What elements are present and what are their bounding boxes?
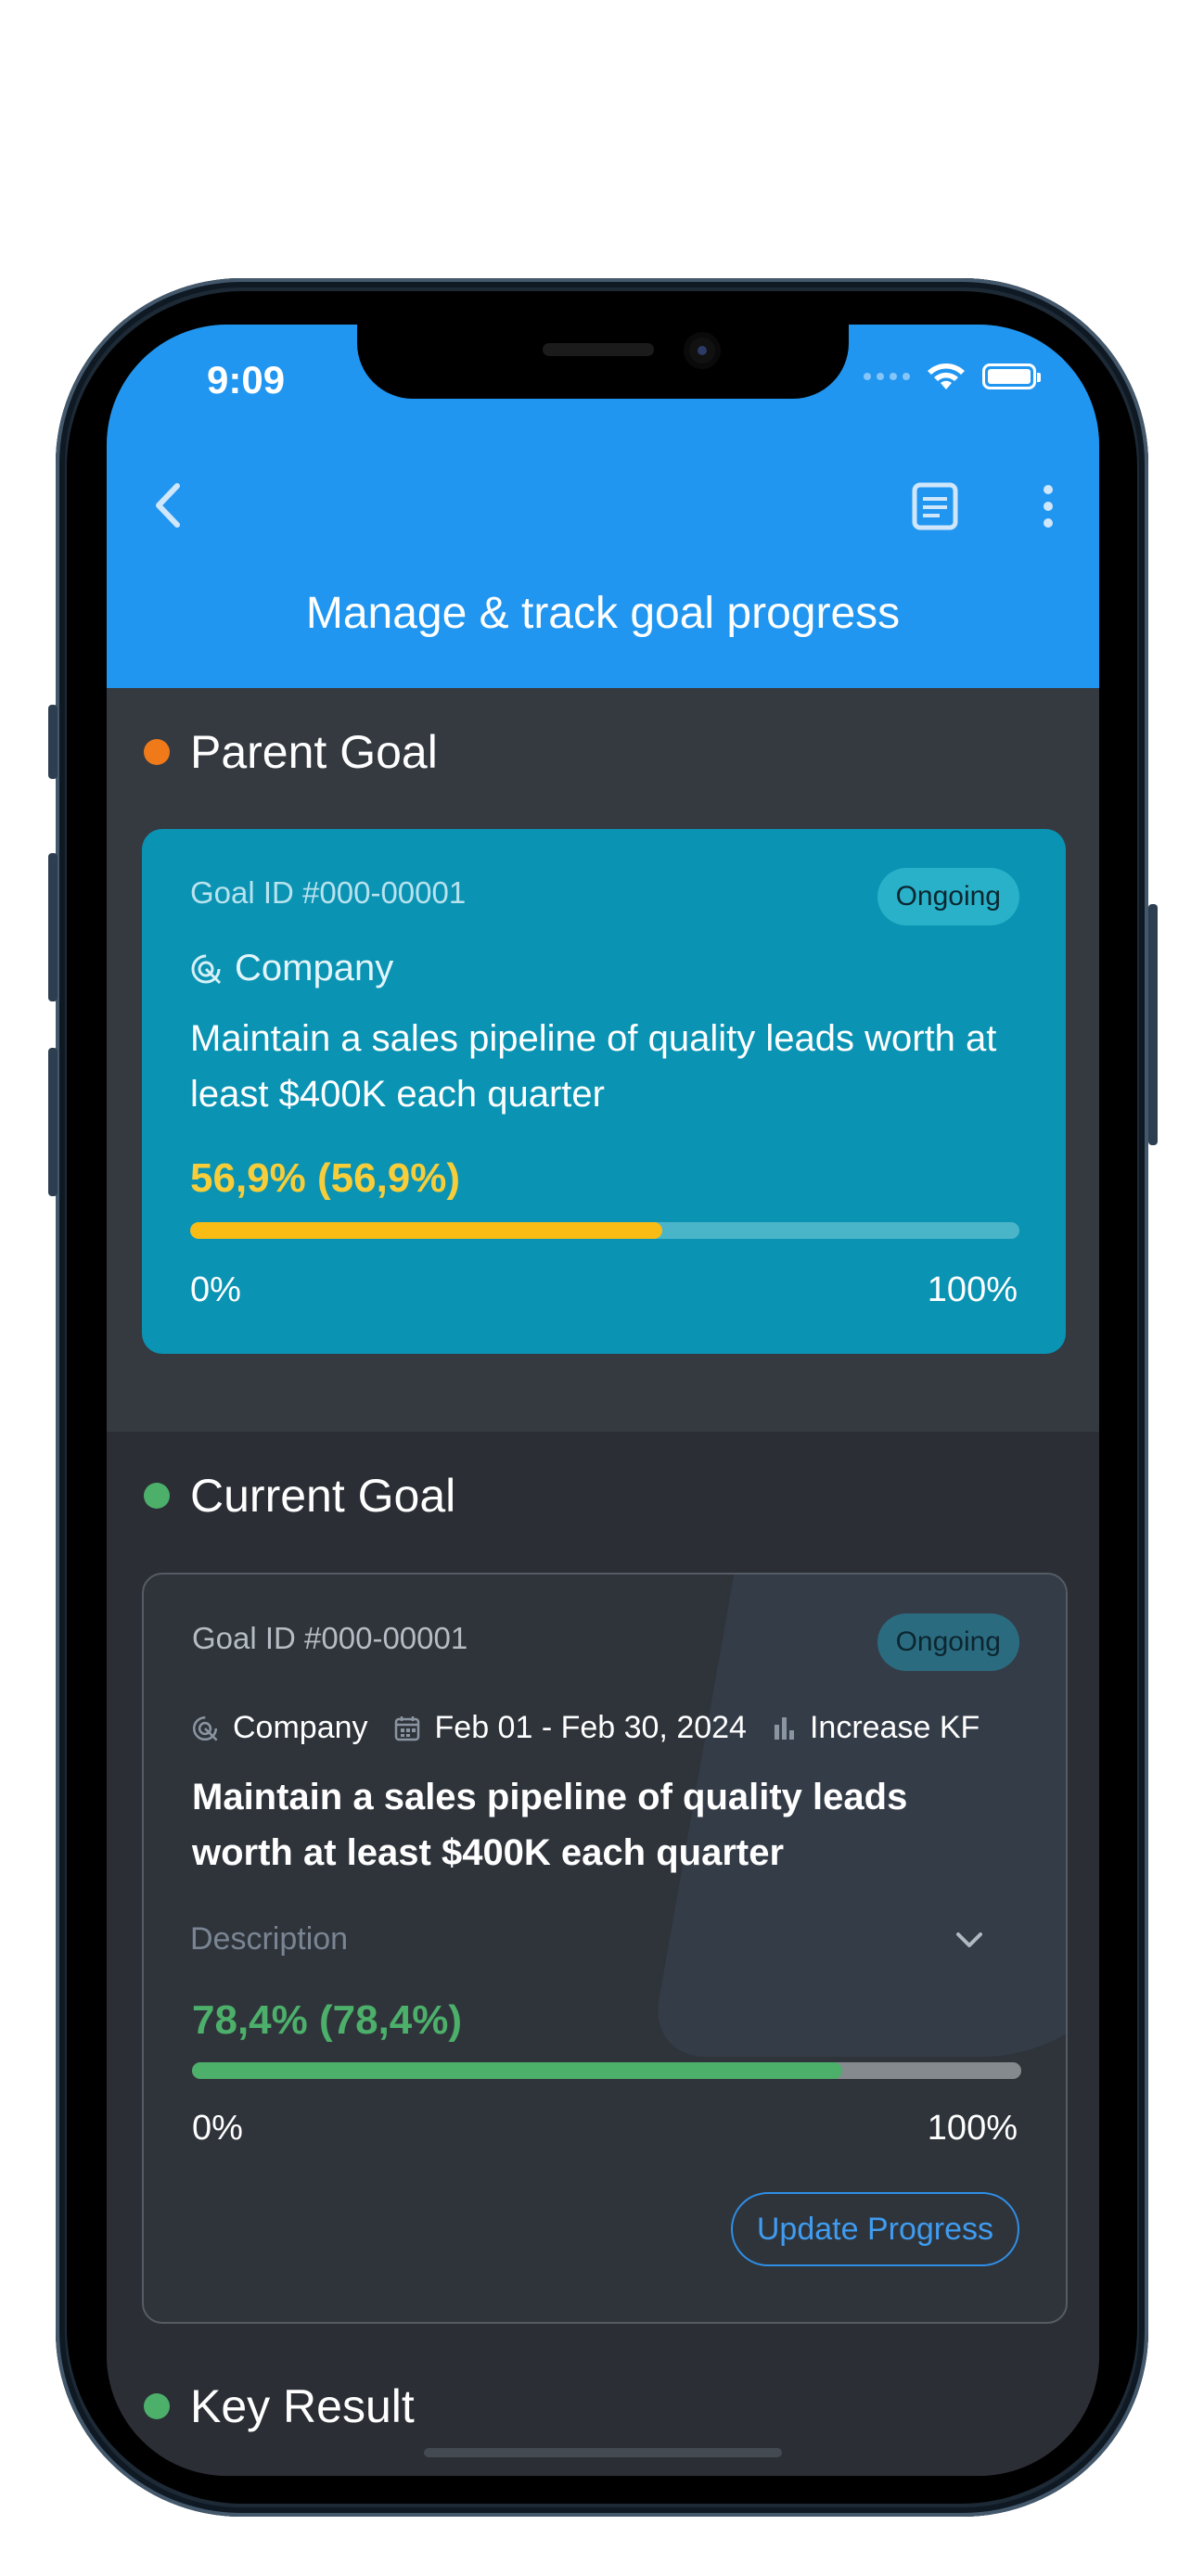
document-icon[interactable]	[910, 480, 960, 532]
goal-meta: Company	[188, 948, 393, 989]
progress-bar-fill	[190, 1222, 662, 1239]
parent-goal-dot	[144, 739, 170, 765]
goal-title: Maintain a sales pipeline of quality lea…	[190, 1018, 997, 1115]
current-goal-dot	[144, 1483, 170, 1509]
progress-min: 0%	[190, 1270, 241, 1309]
page-title: Manage & track goal progress	[305, 589, 901, 638]
signal-icon	[864, 373, 910, 380]
parent-goal-heading: Parent Goal	[144, 725, 438, 779]
key-result-heading: Key Result	[144, 2379, 415, 2433]
power-button	[1148, 904, 1158, 1145]
status-badge: Ongoing	[877, 1613, 1019, 1671]
goal-id: Goal ID #000-00001	[192, 1621, 468, 1655]
description-toggle[interactable]: Description	[190, 1921, 988, 1958]
key-result-title: Key Result	[190, 2380, 415, 2432]
progress-bar	[190, 1222, 1019, 1239]
goal-level: Company	[235, 948, 394, 988]
description-label: Description	[190, 1921, 349, 1957]
target-icon	[191, 954, 222, 984]
goal-level: Company	[233, 1710, 368, 1745]
goal-title: Maintain a sales pipeline of quality lea…	[192, 1777, 908, 1873]
current-goal-section: Current Goal Goal ID #000-00001 Ongoing …	[107, 1432, 1099, 2476]
progress-percentage: 78,4% (78,4%)	[192, 1997, 463, 2043]
more-vertical-icon[interactable]	[1034, 480, 1062, 532]
goal-meta: Company Feb 01 - Feb 30, 2024 Increase K…	[190, 1710, 1025, 1746]
front-camera	[689, 338, 715, 363]
chevron-down-icon[interactable]	[951, 1926, 988, 1954]
speaker	[543, 343, 654, 356]
parent-goal-card[interactable]: Goal ID #000-00001 Ongoing Company Maint…	[142, 829, 1066, 1354]
volume-down-button	[48, 1048, 58, 1196]
home-indicator	[424, 2448, 782, 2457]
progress-min: 0%	[192, 2109, 243, 2148]
back-button[interactable]	[140, 473, 196, 538]
status-icons	[864, 362, 1041, 391]
phone-screen: 9:09 Manage & track goal progress Parent…	[107, 325, 1099, 2476]
parent-goal-section: Parent Goal Goal ID #000-00001 Ongoing C…	[107, 688, 1099, 1432]
target-icon	[192, 1715, 218, 1741]
current-goal-card[interactable]: Goal ID #000-00001 Ongoing Company Feb 0…	[142, 1573, 1068, 2324]
status-badge: Ongoing	[877, 868, 1019, 925]
progress-percentage: 56,9% (56,9%)	[190, 1155, 461, 1201]
current-goal-title: Current Goal	[190, 1470, 456, 1522]
current-goal-heading: Current Goal	[144, 1469, 455, 1523]
goal-date-range: Feb 01 - Feb 30, 2024	[434, 1710, 747, 1745]
wifi-icon	[928, 363, 965, 389]
progress-max: 100%	[927, 2109, 1018, 2148]
progress-max: 100%	[927, 1270, 1018, 1309]
volume-up-button	[48, 853, 58, 1001]
battery-icon	[982, 363, 1041, 389]
mute-switch	[48, 705, 58, 779]
parent-goal-title: Parent Goal	[190, 726, 438, 778]
update-progress-button[interactable]: Update Progress	[730, 2192, 1019, 2266]
bar-chart-icon	[774, 1716, 794, 1740]
status-time: 9:09	[207, 358, 286, 402]
progress-bar-fill	[192, 2062, 842, 2079]
calendar-icon	[394, 1715, 419, 1741]
goal-id: Goal ID #000-00001	[190, 875, 467, 910]
notch	[357, 325, 849, 399]
goal-type: Increase KF	[809, 1710, 980, 1745]
key-result-dot	[144, 2393, 170, 2419]
progress-bar	[192, 2062, 1021, 2079]
